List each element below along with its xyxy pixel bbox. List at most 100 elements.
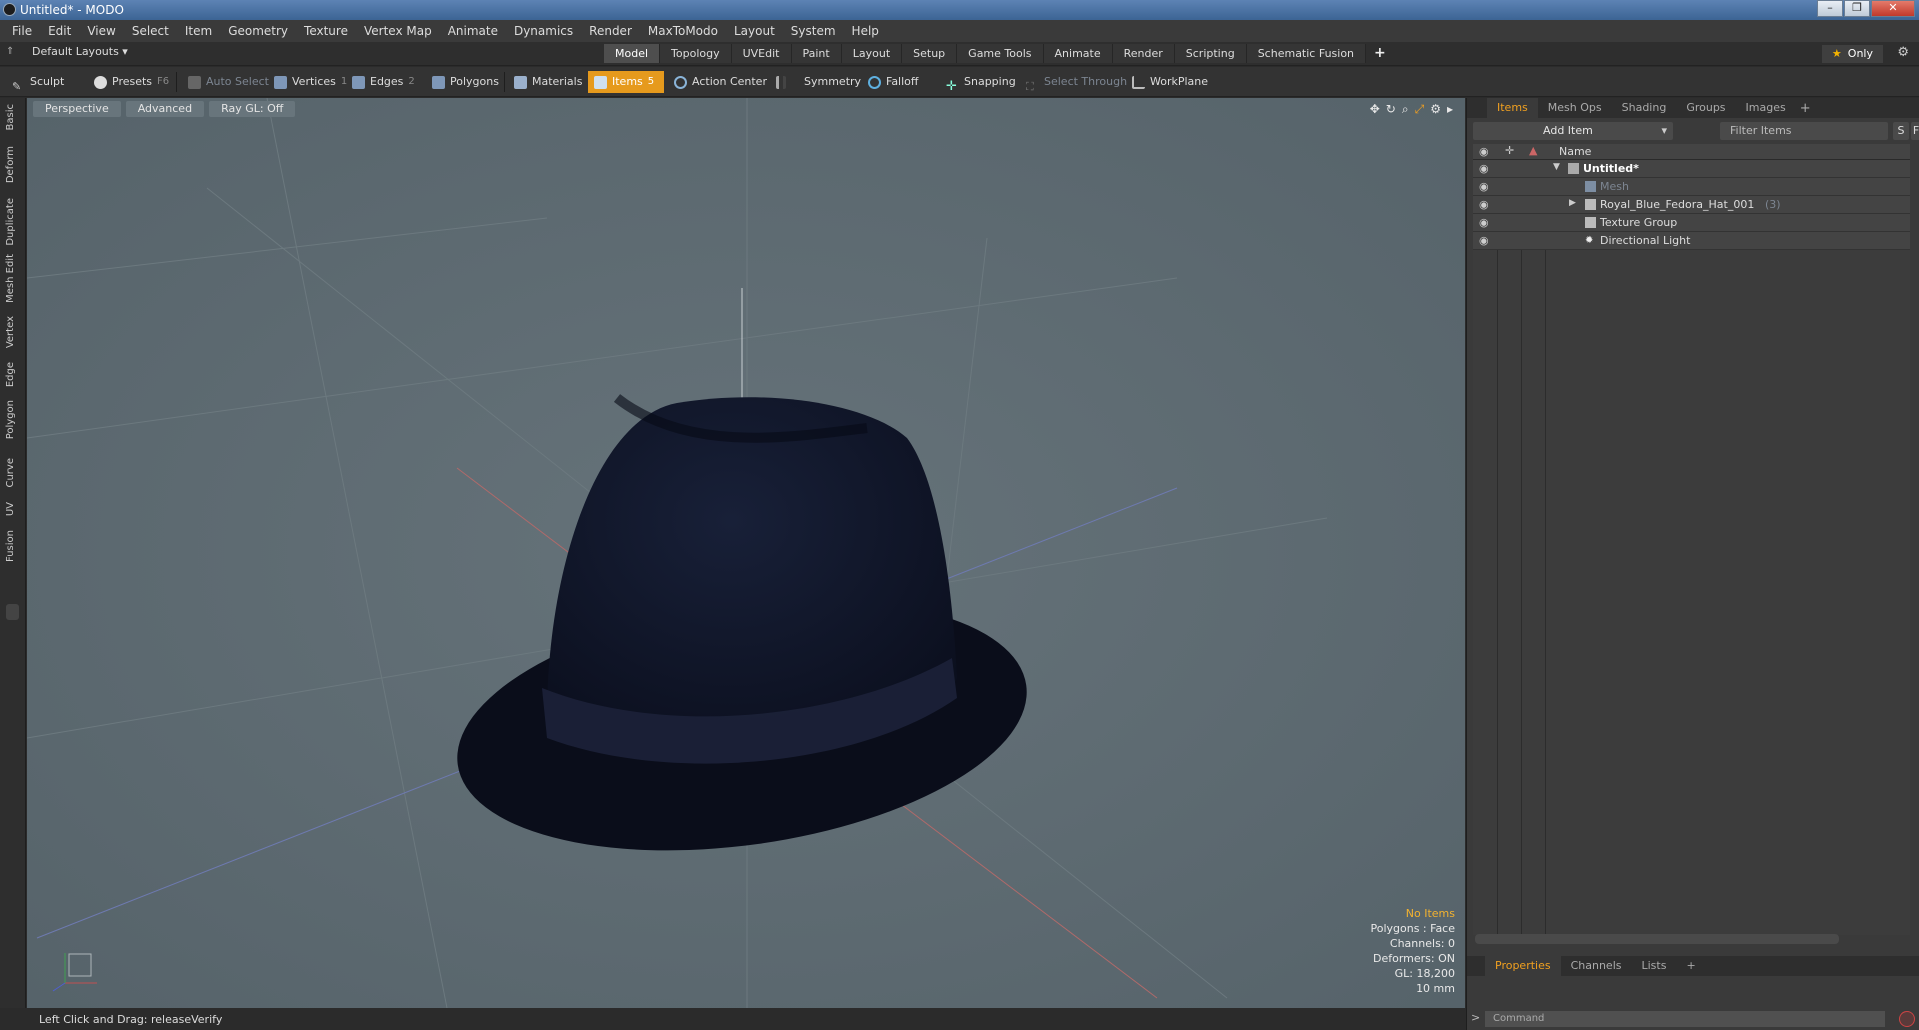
eye-icon[interactable]: ◉ bbox=[1479, 180, 1491, 193]
only-button[interactable]: ★ Only bbox=[1821, 45, 1883, 63]
tab-model[interactable]: Model bbox=[604, 44, 661, 63]
menu-dynamics[interactable]: Dynamics bbox=[506, 24, 581, 38]
pan-icon[interactable]: ✥ bbox=[1370, 102, 1380, 117]
sculpt-button[interactable]: ✎ Sculpt bbox=[6, 71, 70, 93]
tab-channels[interactable]: Channels bbox=[1561, 956, 1632, 976]
gear-icon[interactable]: ⚙ bbox=[1897, 45, 1909, 60]
maximize-viewport-icon[interactable]: ⤢ bbox=[1415, 102, 1425, 117]
menu-view[interactable]: View bbox=[79, 24, 123, 38]
edges-button[interactable]: Edges 2 bbox=[346, 71, 421, 93]
tab-game-tools[interactable]: Game Tools bbox=[957, 44, 1044, 63]
menu-layout[interactable]: Layout bbox=[726, 24, 783, 38]
s-button[interactable]: S bbox=[1893, 122, 1909, 140]
left-tab-fusion[interactable]: Fusion bbox=[5, 530, 16, 562]
select-through-button[interactable]: ⛶ Select Through bbox=[1020, 71, 1133, 93]
tab-properties[interactable]: Properties bbox=[1485, 956, 1561, 976]
left-tab-mesh-edit[interactable]: Mesh Edit bbox=[5, 254, 16, 303]
menu-texture[interactable]: Texture bbox=[296, 24, 356, 38]
left-tab-deform[interactable]: Deform bbox=[5, 146, 16, 183]
tab-mesh-ops[interactable]: Mesh Ops bbox=[1538, 98, 1612, 118]
add-tab-button[interactable]: + bbox=[1366, 44, 1394, 63]
rotate-icon[interactable]: ↻ bbox=[1386, 102, 1396, 117]
minimize-button[interactable]: – bbox=[1817, 0, 1843, 17]
left-tab-polygon[interactable]: Polygon bbox=[5, 400, 16, 439]
channels-info: Channels: 0 bbox=[1389, 937, 1455, 950]
menu-vertex-map[interactable]: Vertex Map bbox=[356, 24, 440, 38]
tab-items[interactable]: Items bbox=[1487, 98, 1538, 118]
eye-icon[interactable]: ◉ bbox=[1479, 198, 1491, 211]
action-center-button[interactable]: Action Center bbox=[668, 71, 773, 93]
add-item-dropdown[interactable]: Add Item ▾ bbox=[1473, 122, 1673, 140]
raygl-toggle[interactable]: Ray GL: Off bbox=[209, 101, 296, 117]
chevron-down-icon: ▾ bbox=[1661, 124, 1667, 137]
falloff-button[interactable]: Falloff bbox=[862, 71, 924, 93]
tab-shading[interactable]: Shading bbox=[1612, 98, 1677, 118]
list-item-mesh[interactable]: ◉ Mesh bbox=[1473, 178, 1910, 196]
viewport-menu-arrow-icon[interactable]: ▸ bbox=[1447, 102, 1453, 117]
auto-select-button[interactable]: Auto Select bbox=[182, 71, 275, 93]
tab-uvedit[interactable]: UVEdit bbox=[731, 44, 792, 63]
maximize-button[interactable]: ❐ bbox=[1844, 0, 1870, 17]
add-properties-tab-button[interactable]: + bbox=[1676, 956, 1705, 976]
panel-toggle-icon[interactable] bbox=[6, 604, 19, 620]
menu-geometry[interactable]: Geometry bbox=[220, 24, 296, 38]
left-tab-duplicate[interactable]: Duplicate bbox=[5, 198, 16, 246]
menu-animate[interactable]: Animate bbox=[440, 24, 506, 38]
symmetry-button[interactable]: Symmetry bbox=[770, 71, 867, 93]
list-item-light[interactable]: ◉ ✹ Directional Light bbox=[1473, 232, 1910, 250]
eye-icon[interactable]: ◉ bbox=[1479, 234, 1491, 247]
eye-icon[interactable]: ◉ bbox=[1479, 216, 1491, 229]
expand-arrow-icon[interactable]: ▼ bbox=[1553, 162, 1560, 172]
snapping-button[interactable]: ✛ Snapping bbox=[940, 71, 1022, 94]
menu-maxtomodo[interactable]: MaxToModo bbox=[640, 24, 726, 38]
view-type-dropdown[interactable]: Perspective bbox=[33, 101, 121, 117]
expand-arrow-icon[interactable]: ▶ bbox=[1569, 198, 1576, 208]
polygons-button[interactable]: Polygons bbox=[426, 71, 505, 93]
left-tab-uv[interactable]: UV bbox=[5, 502, 16, 516]
left-tab-curve[interactable]: Curve bbox=[5, 458, 16, 488]
list-item-hat[interactable]: ◉ ▶ Royal_Blue_Fedora_Hat_001 (3) bbox=[1473, 196, 1910, 214]
zoom-icon[interactable]: ⌕ bbox=[1402, 102, 1409, 117]
menu-file[interactable]: File bbox=[4, 24, 40, 38]
shading-mode-dropdown[interactable]: Advanced bbox=[125, 101, 205, 117]
add-panel-tab-button[interactable]: + bbox=[1796, 101, 1815, 116]
3d-viewport[interactable]: Perspective Advanced Ray GL: Off ✥ ↻ ⌕ ⤢… bbox=[27, 98, 1465, 1008]
menu-render[interactable]: Render bbox=[581, 24, 640, 38]
menu-select[interactable]: Select bbox=[124, 24, 177, 38]
tab-topology[interactable]: Topology bbox=[660, 44, 732, 63]
workplane-button[interactable]: WorkPlane bbox=[1126, 71, 1214, 93]
filter-items-input[interactable]: Filter Items bbox=[1720, 122, 1888, 140]
left-tab-vertex[interactable]: Vertex bbox=[5, 316, 16, 348]
tab-lists[interactable]: Lists bbox=[1632, 956, 1677, 976]
command-input[interactable]: Command bbox=[1485, 1011, 1885, 1027]
materials-button[interactable]: Materials bbox=[508, 71, 588, 93]
close-button[interactable]: ✕ bbox=[1871, 0, 1915, 17]
horizontal-scrollbar[interactable] bbox=[1475, 934, 1839, 944]
left-tab-edge[interactable]: Edge bbox=[5, 362, 16, 387]
items-button[interactable]: Items 5 bbox=[588, 71, 664, 93]
sculpt-label: Sculpt bbox=[30, 75, 65, 88]
tab-groups[interactable]: Groups bbox=[1676, 98, 1735, 118]
tab-schematic-fusion[interactable]: Schematic Fusion bbox=[1246, 44, 1367, 63]
menu-item[interactable]: Item bbox=[177, 24, 220, 38]
tab-render[interactable]: Render bbox=[1112, 44, 1175, 63]
list-item-scene[interactable]: ◉ ▼ Untitled* bbox=[1473, 160, 1910, 178]
eye-icon[interactable]: ◉ bbox=[1479, 162, 1491, 175]
left-tab-basic[interactable]: Basic bbox=[5, 104, 16, 130]
tab-paint[interactable]: Paint bbox=[791, 44, 842, 63]
layouts-dropdown[interactable]: ⇑ Default Layouts ▾ bbox=[6, 45, 128, 58]
list-item-texture-group[interactable]: ◉ Texture Group bbox=[1473, 214, 1910, 232]
command-stop-icon[interactable] bbox=[1899, 1011, 1915, 1027]
menu-system[interactable]: System bbox=[783, 24, 844, 38]
tab-scripting[interactable]: Scripting bbox=[1174, 44, 1247, 63]
vertices-button[interactable]: Vertices 1 bbox=[268, 71, 353, 93]
menu-help[interactable]: Help bbox=[844, 24, 887, 38]
tab-setup[interactable]: Setup bbox=[902, 44, 958, 63]
f-button[interactable]: F bbox=[1911, 122, 1919, 140]
tab-animate[interactable]: Animate bbox=[1043, 44, 1113, 63]
viewport-settings-icon[interactable]: ⚙ bbox=[1430, 102, 1441, 117]
tab-images[interactable]: Images bbox=[1736, 98, 1796, 118]
menu-edit[interactable]: Edit bbox=[40, 24, 79, 38]
presets-button[interactable]: Presets F6 bbox=[88, 71, 175, 93]
tab-layout[interactable]: Layout bbox=[841, 44, 903, 63]
